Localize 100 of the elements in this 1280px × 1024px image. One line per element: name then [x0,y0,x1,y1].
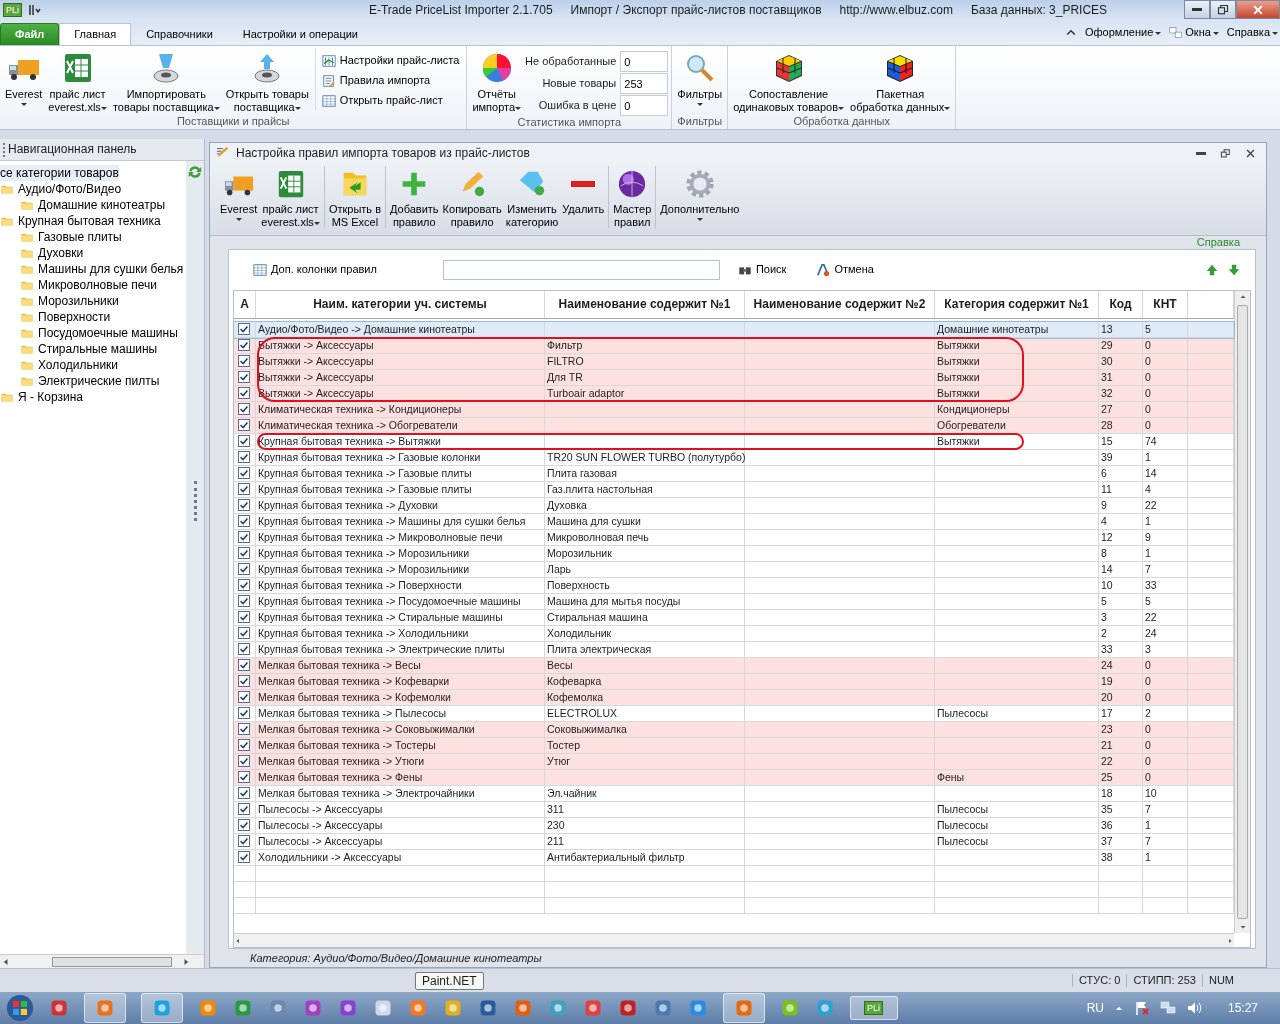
checkbox[interactable] [238,643,250,655]
stat-field[interactable]: 253 [620,73,669,94]
checkbox[interactable] [238,691,250,703]
ribbon-tab[interactable]: Главная [59,23,132,45]
taskbar-button[interactable] [443,998,463,1018]
ribbon-tab[interactable]: Справочники [131,23,228,45]
taskbar-button[interactable] [338,998,358,1018]
stat-field[interactable]: 0 [620,95,669,116]
stat-field[interactable]: 0 [620,51,669,72]
ribbon-button[interactable]: Пакетная обработка данных [848,48,953,115]
tree-item[interactable]: Посудомоечные машины [0,325,178,341]
checkbox[interactable] [238,739,250,751]
column-header[interactable]: Категория содержит №1 [935,291,1099,318]
checkbox[interactable] [238,755,250,767]
column-header[interactable]: Наим. категории уч. системы [256,291,545,318]
checkbox[interactable] [238,387,250,399]
ribbon-button[interactable]: Открыть товары поставщика [223,48,311,115]
move-down-button[interactable] [1227,263,1241,277]
menu-button[interactable]: Окна [1169,26,1219,40]
start-button[interactable] [6,994,34,1022]
taskbar-button[interactable] [198,998,218,1018]
checkbox[interactable] [238,323,250,335]
cancel-button[interactable]: Отмена [816,263,874,277]
ribbon-button[interactable]: прайс лист everest.xls [46,48,109,115]
checkbox[interactable] [238,515,250,527]
tree-item[interactable]: Газовые плиты [0,229,122,245]
checkbox[interactable] [238,659,250,671]
checkbox[interactable] [238,723,250,735]
toolbar-button[interactable]: Дополнительно [658,166,742,221]
checkbox[interactable] [238,787,250,799]
checkbox[interactable] [238,835,250,847]
menu-button[interactable]: Справка [1226,26,1278,40]
checkbox[interactable] [238,707,250,719]
column-header[interactable]: Наименование содержит №1 [545,291,745,318]
checkbox[interactable] [238,819,250,831]
checkbox[interactable] [238,435,250,447]
checkbox[interactable] [238,547,250,559]
refresh-button[interactable] [186,163,204,181]
taskbar-button[interactable] [303,998,323,1018]
ribbon-button[interactable]: Импортировать товары поставщика [110,48,222,115]
tree-item[interactable]: Домашние кинотеатры [0,197,166,213]
taskbar-button[interactable] [653,998,673,1018]
checkbox[interactable] [238,403,250,415]
tree-item[interactable]: Машины для сушки белья [0,261,184,277]
search-button[interactable]: Поиск [737,263,787,277]
tree-item[interactable]: Электрические пилты [0,373,160,389]
search-field[interactable] [442,260,720,280]
tree-item[interactable]: Крупная бытовая техника [0,213,161,229]
checkbox[interactable] [238,563,250,575]
toolbar-button[interactable]: Everest [218,166,260,221]
ribbon-button[interactable]: Открыть прайс-лист [321,92,460,110]
taskbar-button[interactable] [49,998,69,1018]
column-header[interactable]: КНТ [1143,291,1188,318]
checkbox[interactable] [238,355,250,367]
tree-item[interactable]: Аудио/Фото/Видео [0,181,122,197]
move-up-button[interactable] [1205,263,1219,277]
tree-item[interactable]: Поверхности [0,309,111,325]
checkbox[interactable] [238,611,250,623]
checkbox[interactable] [238,483,250,495]
tree-item[interactable]: Я - Корзина [0,389,84,405]
checkbox[interactable] [238,531,250,543]
column-header[interactable]: Код [1099,291,1143,318]
tree-item[interactable]: се категории товаров [0,165,119,181]
toolbar-button[interactable]: Изменить категорию [503,166,561,229]
checkbox[interactable] [238,371,250,383]
checkbox[interactable] [238,803,250,815]
tree-item[interactable]: Духовки [0,245,84,261]
ribbon-button[interactable]: Правила импорта [321,72,460,90]
ribbon-button[interactable]: Everest [3,48,45,107]
restore-button[interactable] [1210,0,1236,19]
ribbon-button[interactable]: Сопоставление одинаковых товаров [731,48,847,115]
splitter-handle[interactable] [193,481,197,521]
taskbar-button[interactable] [373,998,393,1018]
column-header[interactable]: A [234,291,256,318]
checkbox[interactable] [238,579,250,591]
toolbar-button[interactable]: прайс лист everest.xls [259,166,322,229]
checkbox[interactable] [238,467,250,479]
checkbox[interactable] [238,499,250,511]
checkbox[interactable] [238,627,250,639]
close-button[interactable] [1245,147,1256,159]
tree-item[interactable]: Холодильники [0,357,119,373]
toolbar-button[interactable]: Удалить [560,166,607,216]
ribbon-button[interactable]: Настройки прайс-листа [321,52,460,70]
tree-item[interactable]: Стиральные машины [0,341,158,357]
ribbon-tab[interactable]: Настройки и операции [227,23,373,45]
help-link[interactable]: Справка [1196,236,1240,248]
checkbox[interactable] [238,595,250,607]
taskbar-button[interactable] [618,998,638,1018]
taskbar-button[interactable] [780,998,800,1018]
ribbon-button[interactable]: Отчёты импорта [470,48,524,115]
ribbon-button[interactable]: Фильтры [675,48,725,107]
toolbar-button[interactable]: Открыть в MS Excel [326,166,383,229]
taskbar-button[interactable] [723,993,765,1023]
checkbox[interactable] [238,419,250,431]
toolbar-button[interactable]: Мастер правил [611,166,654,229]
checkbox[interactable] [238,451,250,463]
checkbox[interactable] [238,339,250,351]
minimize-button[interactable] [1184,0,1210,19]
close-button[interactable] [1236,0,1280,19]
taskbar-button[interactable] [478,998,498,1018]
